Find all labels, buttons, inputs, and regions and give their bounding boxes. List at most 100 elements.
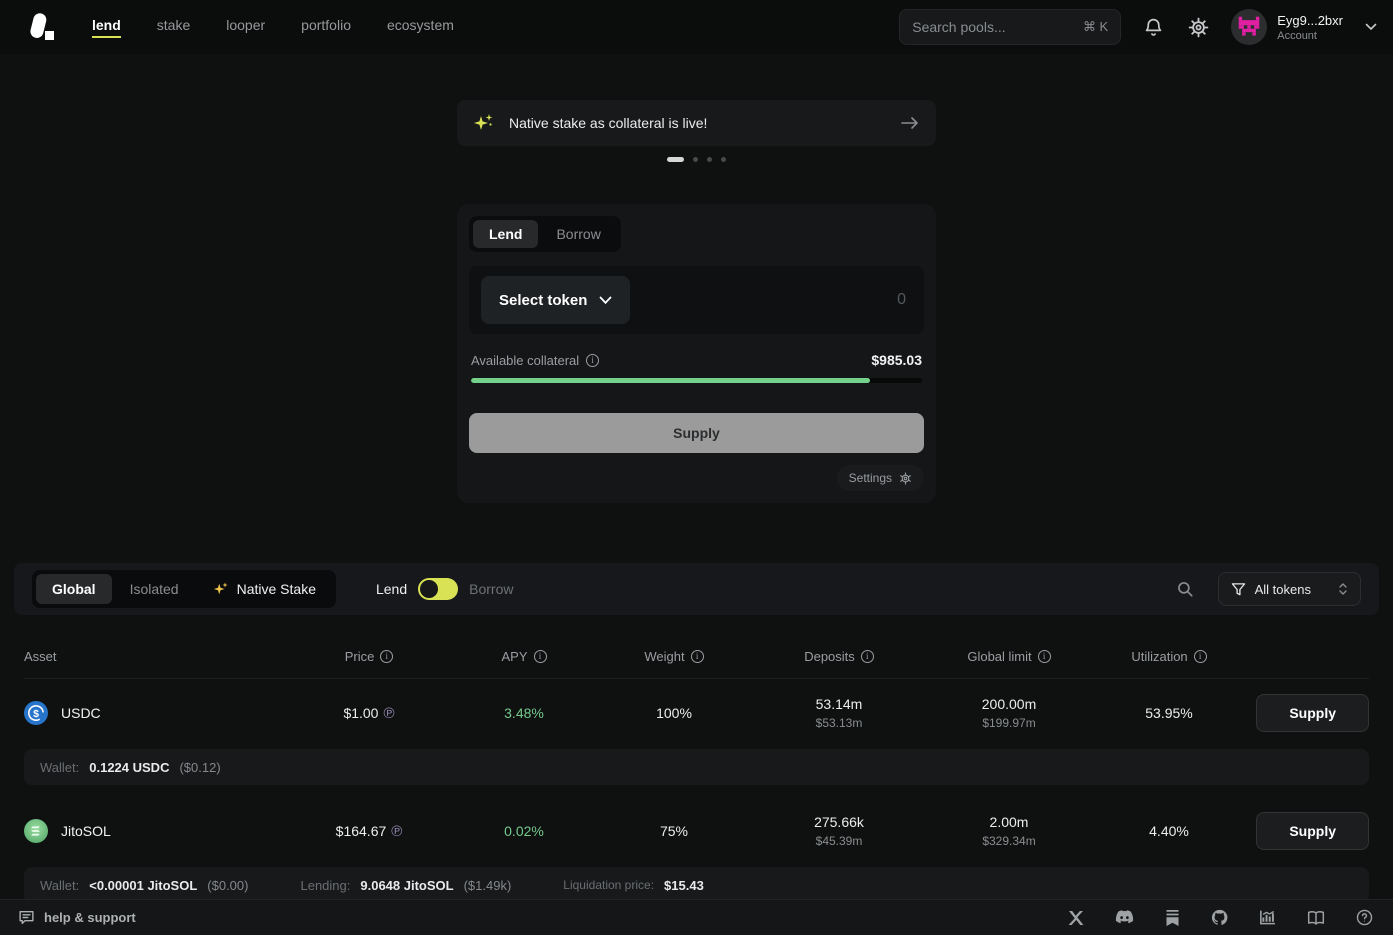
- help-circle-icon[interactable]: [1354, 907, 1375, 928]
- info-icon[interactable]: [1038, 650, 1051, 663]
- carousel-dot-3[interactable]: [707, 157, 712, 162]
- account-menu[interactable]: Eyg9...2bxr Account: [1231, 9, 1377, 45]
- chevron-down-icon: [1365, 23, 1377, 31]
- docs-book-icon[interactable]: [1305, 908, 1327, 928]
- arrow-right-icon: [900, 116, 920, 130]
- info-icon[interactable]: [586, 354, 599, 367]
- sparkles-icon: [473, 112, 495, 134]
- jitosol-wallet-row: Wallet: <0.00001 JitoSOL ($0.00) Lending…: [24, 867, 1369, 903]
- usdc-token-icon: $: [24, 701, 48, 725]
- nav-item-ecosystem[interactable]: ecosystem: [387, 17, 454, 38]
- table-row-jitosol[interactable]: JitoSOL $164.67 ℗ 0.02% 75% 275.66k $45.…: [24, 797, 1369, 865]
- gear-icon: [1188, 17, 1209, 38]
- x-twitter-icon[interactable]: [1066, 908, 1086, 928]
- token-filter-select[interactable]: All tokens: [1218, 572, 1361, 606]
- col-utilization: Utilization: [1131, 649, 1187, 664]
- lend-action-card: Lend Borrow Select token Available colla…: [457, 204, 936, 503]
- analytics-icon[interactable]: [1257, 907, 1278, 928]
- tab-borrow[interactable]: Borrow: [540, 220, 616, 248]
- nav-item-stake[interactable]: stake: [157, 17, 190, 38]
- wallet-amount: <0.00001 JitoSOL: [89, 878, 197, 893]
- asset-utilization: 4.40%: [1094, 823, 1244, 839]
- col-apy: APY: [501, 649, 527, 664]
- tx-settings-button[interactable]: Settings: [837, 465, 924, 491]
- search-icon: [1176, 580, 1194, 598]
- collateral-progress-fill: [471, 378, 870, 383]
- pyth-oracle-icon[interactable]: ℗: [391, 824, 402, 839]
- tab-global[interactable]: Global: [36, 574, 112, 604]
- tab-isolated[interactable]: Isolated: [114, 574, 195, 604]
- collateral-progress-bar: [471, 378, 922, 383]
- asset-deposits-usd: $45.39m: [754, 834, 924, 848]
- select-token-button[interactable]: Select token: [481, 276, 630, 324]
- token-filter-value: All tokens: [1255, 582, 1311, 597]
- supply-usdc-button[interactable]: Supply: [1256, 694, 1369, 732]
- available-collateral-label: Available collateral: [471, 353, 579, 368]
- pools-filter-bar: Global Isolated Native Stake Lend Borrow: [14, 563, 1379, 615]
- info-icon[interactable]: [861, 650, 874, 663]
- filter-funnel-icon: [1231, 582, 1246, 597]
- carousel-dot-1[interactable]: [667, 157, 684, 162]
- supply-button[interactable]: Supply: [469, 413, 924, 453]
- marginfi-logo-icon[interactable]: [24, 12, 58, 42]
- nav-item-portfolio[interactable]: portfolio: [301, 17, 351, 38]
- main-nav: lend stake looper portfolio ecosystem: [92, 17, 454, 38]
- account-label: Account: [1277, 30, 1343, 42]
- chevron-down-icon: [599, 296, 612, 305]
- github-icon[interactable]: [1209, 907, 1230, 928]
- lending-label: Lending:: [300, 878, 350, 893]
- info-icon[interactable]: [1194, 650, 1207, 663]
- info-icon[interactable]: [380, 650, 393, 663]
- settings-button[interactable]: [1186, 15, 1211, 40]
- carousel-dot-2[interactable]: [693, 157, 698, 162]
- supply-jitosol-button[interactable]: Supply: [1256, 812, 1369, 850]
- asset-global-limit-usd: $329.34m: [924, 834, 1094, 848]
- account-address: Eyg9...2bxr: [1277, 13, 1343, 28]
- social-links: [1066, 907, 1375, 928]
- wallet-usd: ($0.12): [179, 760, 220, 775]
- carousel-dot-4[interactable]: [721, 157, 726, 162]
- pyth-oracle-icon[interactable]: ℗: [383, 706, 394, 721]
- svg-text:$: $: [33, 708, 39, 720]
- notifications-button[interactable]: [1141, 15, 1166, 40]
- asset-utilization: 53.95%: [1094, 705, 1244, 721]
- asset-table: Asset Price APY Weight Deposits Global l…: [24, 641, 1369, 903]
- search-shortcut: ⌘ K: [1083, 19, 1108, 35]
- carousel-dots: [457, 157, 936, 162]
- wallet-amount: 0.1224 USDC: [89, 760, 169, 775]
- table-search-button[interactable]: [1174, 578, 1196, 600]
- tab-native-stake[interactable]: Native Stake: [197, 574, 332, 604]
- help-support-link[interactable]: help & support: [18, 909, 136, 926]
- info-icon[interactable]: [534, 650, 547, 663]
- gear-icon: [899, 472, 912, 485]
- wallet-label: Wallet:: [40, 760, 79, 775]
- lend-borrow-toggle-group: Lend Borrow: [376, 578, 514, 600]
- nav-item-lend[interactable]: lend: [92, 17, 121, 38]
- announcement-banner[interactable]: Native stake as collateral is live!: [457, 100, 936, 146]
- usdc-wallet-row: Wallet: 0.1224 USDC ($0.12): [24, 749, 1369, 785]
- nav-item-looper[interactable]: looper: [226, 17, 265, 38]
- discord-icon[interactable]: [1113, 908, 1136, 927]
- search-pools-input[interactable]: [912, 19, 1075, 35]
- lend-borrow-switch[interactable]: [418, 578, 458, 600]
- info-icon[interactable]: [691, 650, 704, 663]
- banner-text: Native stake as collateral is live!: [509, 115, 707, 131]
- asset-price: $164.67: [336, 823, 387, 839]
- table-row-usdc[interactable]: $ USDC $1.00 ℗ 3.48% 100% 53.14m $53.13m…: [24, 679, 1369, 747]
- available-collateral-value: $985.03: [871, 352, 922, 368]
- tab-native-stake-label: Native Stake: [237, 581, 316, 597]
- footer-bar: help & support: [0, 899, 1393, 935]
- avatar: [1231, 9, 1267, 45]
- col-price: Price: [345, 649, 375, 664]
- jitosol-token-icon: [24, 819, 48, 843]
- tab-lend[interactable]: Lend: [473, 220, 538, 248]
- liquidation-price-label: Liquidation price:: [563, 878, 654, 892]
- amount-input[interactable]: [792, 291, 912, 309]
- select-token-label: Select token: [499, 292, 587, 309]
- search-pools-box[interactable]: ⌘ K: [899, 9, 1121, 45]
- sparkle-icon: [213, 581, 229, 597]
- col-asset: Asset: [24, 649, 57, 664]
- asset-global-limit: 200.00m: [924, 696, 1094, 712]
- substack-icon[interactable]: [1163, 908, 1182, 928]
- wallet-label: Wallet:: [40, 878, 79, 893]
